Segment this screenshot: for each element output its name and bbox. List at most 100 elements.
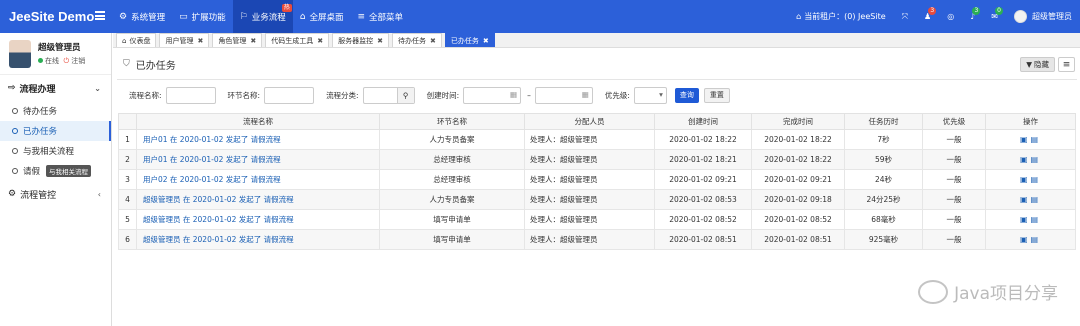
sidebar-item-related[interactable]: 与我相关流程: [0, 141, 111, 161]
tab-user-management[interactable]: 用户管理 ✖: [159, 33, 210, 47]
reset-button[interactable]: 重置: [703, 87, 730, 103]
process-name-link[interactable]: 超级管理员 在 2020-01-02 发起了 请假流程: [136, 209, 380, 230]
chevron-down-icon: ▾: [659, 89, 663, 99]
close-icon[interactable]: ✖: [377, 37, 383, 45]
tab-done-tasks[interactable]: 已办任务 ✖: [444, 33, 495, 47]
col-finished[interactable]: 完成时间: [751, 113, 845, 130]
label-create-time: 创建时间:: [426, 90, 460, 100]
list-icon: ≡: [357, 11, 365, 22]
app-title: JeeSite Demo: [9, 9, 95, 24]
sidebar-group-process-control[interactable]: ⚙ 流程管控 ‹: [0, 181, 111, 207]
col-duration[interactable]: 任务历时: [844, 113, 923, 130]
flow-icon: ⇨: [8, 83, 16, 93]
document-icon[interactable]: ▤: [1031, 195, 1042, 204]
image-icon[interactable]: ▣: [1020, 135, 1031, 144]
image-icon[interactable]: ▣: [1020, 235, 1031, 244]
nav-business-process[interactable]: ⚐ 业务流程热: [232, 0, 293, 33]
col-created[interactable]: 创建时间: [654, 113, 752, 130]
query-button[interactable]: 查询: [674, 87, 699, 103]
step-name: 总经理审核: [379, 149, 525, 170]
assignee: 处理人：超级管理员: [524, 209, 655, 230]
create-time-end[interactable]: ▦: [534, 86, 593, 104]
close-icon[interactable]: ✖: [483, 37, 489, 45]
assignee: 处理人：超级管理员: [524, 189, 655, 210]
document-icon[interactable]: ▤: [1031, 235, 1042, 244]
tenant-switch[interactable]: ⌂ 当前租户：(0) JeeSite: [788, 0, 894, 33]
image-icon[interactable]: ▣: [1020, 155, 1031, 164]
created-time: 2020-01-02 09:21: [654, 169, 752, 190]
process-name-link[interactable]: 超级管理员 在 2020-01-02 发起了 请假流程: [136, 189, 380, 210]
document-icon[interactable]: ▤: [1031, 135, 1042, 144]
finished-time: 2020-01-02 08:52: [751, 209, 845, 230]
user-menu[interactable]: 超级管理员: [1006, 0, 1080, 33]
tab-dashboard[interactable]: ⌂ 仪表盘: [116, 33, 157, 47]
language-button[interactable]: ◎: [939, 0, 962, 33]
tab-code-generator[interactable]: 代码生成工具 ✖: [265, 33, 330, 47]
process-name-input[interactable]: [165, 86, 216, 104]
nav-extensions[interactable]: ▭ 扩展功能: [172, 0, 233, 33]
finished-time: 2020-01-02 08:51: [751, 229, 845, 250]
sidebar-item-label: 已办任务: [23, 127, 58, 137]
msg-badge: 0: [995, 7, 1003, 15]
alert-count-badge: 3: [972, 7, 981, 15]
app-brand[interactable]: JeeSite Demo: [0, 0, 112, 33]
messages-button[interactable]: ✉ 0: [983, 0, 1006, 33]
sidebar-item-done[interactable]: 已办任务: [0, 121, 111, 141]
tab-server-monitor[interactable]: 服务器监控 ✖: [332, 33, 389, 47]
category-select[interactable]: ⚲: [362, 86, 415, 104]
create-time-start[interactable]: ▦: [463, 86, 522, 104]
home-icon: ⌂: [299, 11, 306, 22]
process-name-link[interactable]: 超级管理员 在 2020-01-02 发起了 请假流程: [136, 229, 380, 250]
finished-time: 2020-01-02 18:22: [751, 149, 845, 170]
notifications-button[interactable]: ♟ 3: [916, 0, 939, 33]
top-right-tools: ⌂ 当前租户：(0) JeeSite ⤧ ♟ 3 ◎ ♪ 3 ✉ 0 超级管理员: [788, 0, 1080, 33]
process-name-link[interactable]: 用户02 在 2020-01-02 发起了 请假流程: [136, 169, 380, 190]
close-icon[interactable]: ✖: [317, 37, 323, 45]
nav-all-menus[interactable]: ≡ 全部菜单: [350, 0, 410, 33]
online-status: 在线: [45, 57, 59, 65]
fullscreen-toggle[interactable]: ⤧: [894, 0, 916, 33]
close-icon[interactable]: ✖: [250, 37, 256, 45]
sidebar-item-todo[interactable]: 待办任务: [0, 101, 111, 121]
sidebar-user-name: 超级管理员: [38, 43, 81, 53]
col-step-name[interactable]: 环节名称: [379, 113, 525, 130]
col-index: [118, 113, 137, 130]
search-icon[interactable]: ⚲: [396, 87, 414, 103]
gear-icon: ⚙: [119, 11, 128, 22]
image-icon[interactable]: ▣: [1020, 195, 1031, 204]
image-icon[interactable]: ▣: [1020, 175, 1031, 184]
priority: 一般: [922, 169, 986, 190]
calendar-icon: ▦: [510, 89, 518, 99]
document-icon[interactable]: ▤: [1031, 155, 1042, 164]
sidebar-group-process-handling[interactable]: ⇨ 流程办理 ⌄: [0, 75, 111, 101]
logout-icon: ⏻: [63, 57, 69, 65]
close-icon[interactable]: ✖: [430, 37, 436, 45]
col-process-name[interactable]: 流程名称: [136, 113, 380, 130]
duration: 24分25秒: [844, 189, 923, 210]
column-toggle-button[interactable]: ≡: [1058, 57, 1075, 72]
tab-role-management[interactable]: 角色管理 ✖: [212, 33, 263, 47]
nav-system-management[interactable]: ⚙ 系统管理: [112, 0, 172, 33]
row-actions: ▣▤: [985, 149, 1076, 170]
list-icon: ≡: [1062, 59, 1071, 70]
sidebar-item-leave[interactable]: 请假 与我相关流程: [0, 161, 111, 181]
document-icon[interactable]: ▤: [1031, 215, 1042, 224]
close-icon[interactable]: ✖: [197, 37, 203, 45]
col-priority[interactable]: 优先级: [922, 113, 986, 130]
row-actions: ▣▤: [985, 129, 1076, 150]
tab-todo-tasks[interactable]: 待办任务 ✖: [391, 33, 442, 47]
process-name-link[interactable]: 用户01 在 2020-01-02 发起了 请假流程: [136, 149, 380, 170]
nav-fullscreen-desktop[interactable]: ⌂ 全屏桌面: [293, 0, 351, 33]
alerts-button[interactable]: ♪ 3: [962, 0, 983, 33]
logout-link[interactable]: 注销: [71, 57, 85, 65]
priority-select[interactable]: ▾: [633, 86, 667, 104]
chevron-down-icon: ⌄: [94, 83, 101, 93]
hide-button[interactable]: ▼ 隐藏: [1020, 57, 1055, 72]
image-icon[interactable]: ▣: [1020, 215, 1031, 224]
tag-icon: ⛉: [123, 59, 130, 69]
process-name-link[interactable]: 用户01 在 2020-01-02 发起了 请假流程: [136, 129, 380, 150]
document-icon[interactable]: ▤: [1031, 175, 1042, 184]
menu-toggle-icon[interactable]: [95, 11, 105, 20]
step-name-input[interactable]: [264, 86, 315, 104]
col-assignee[interactable]: 分配人员: [524, 113, 655, 130]
